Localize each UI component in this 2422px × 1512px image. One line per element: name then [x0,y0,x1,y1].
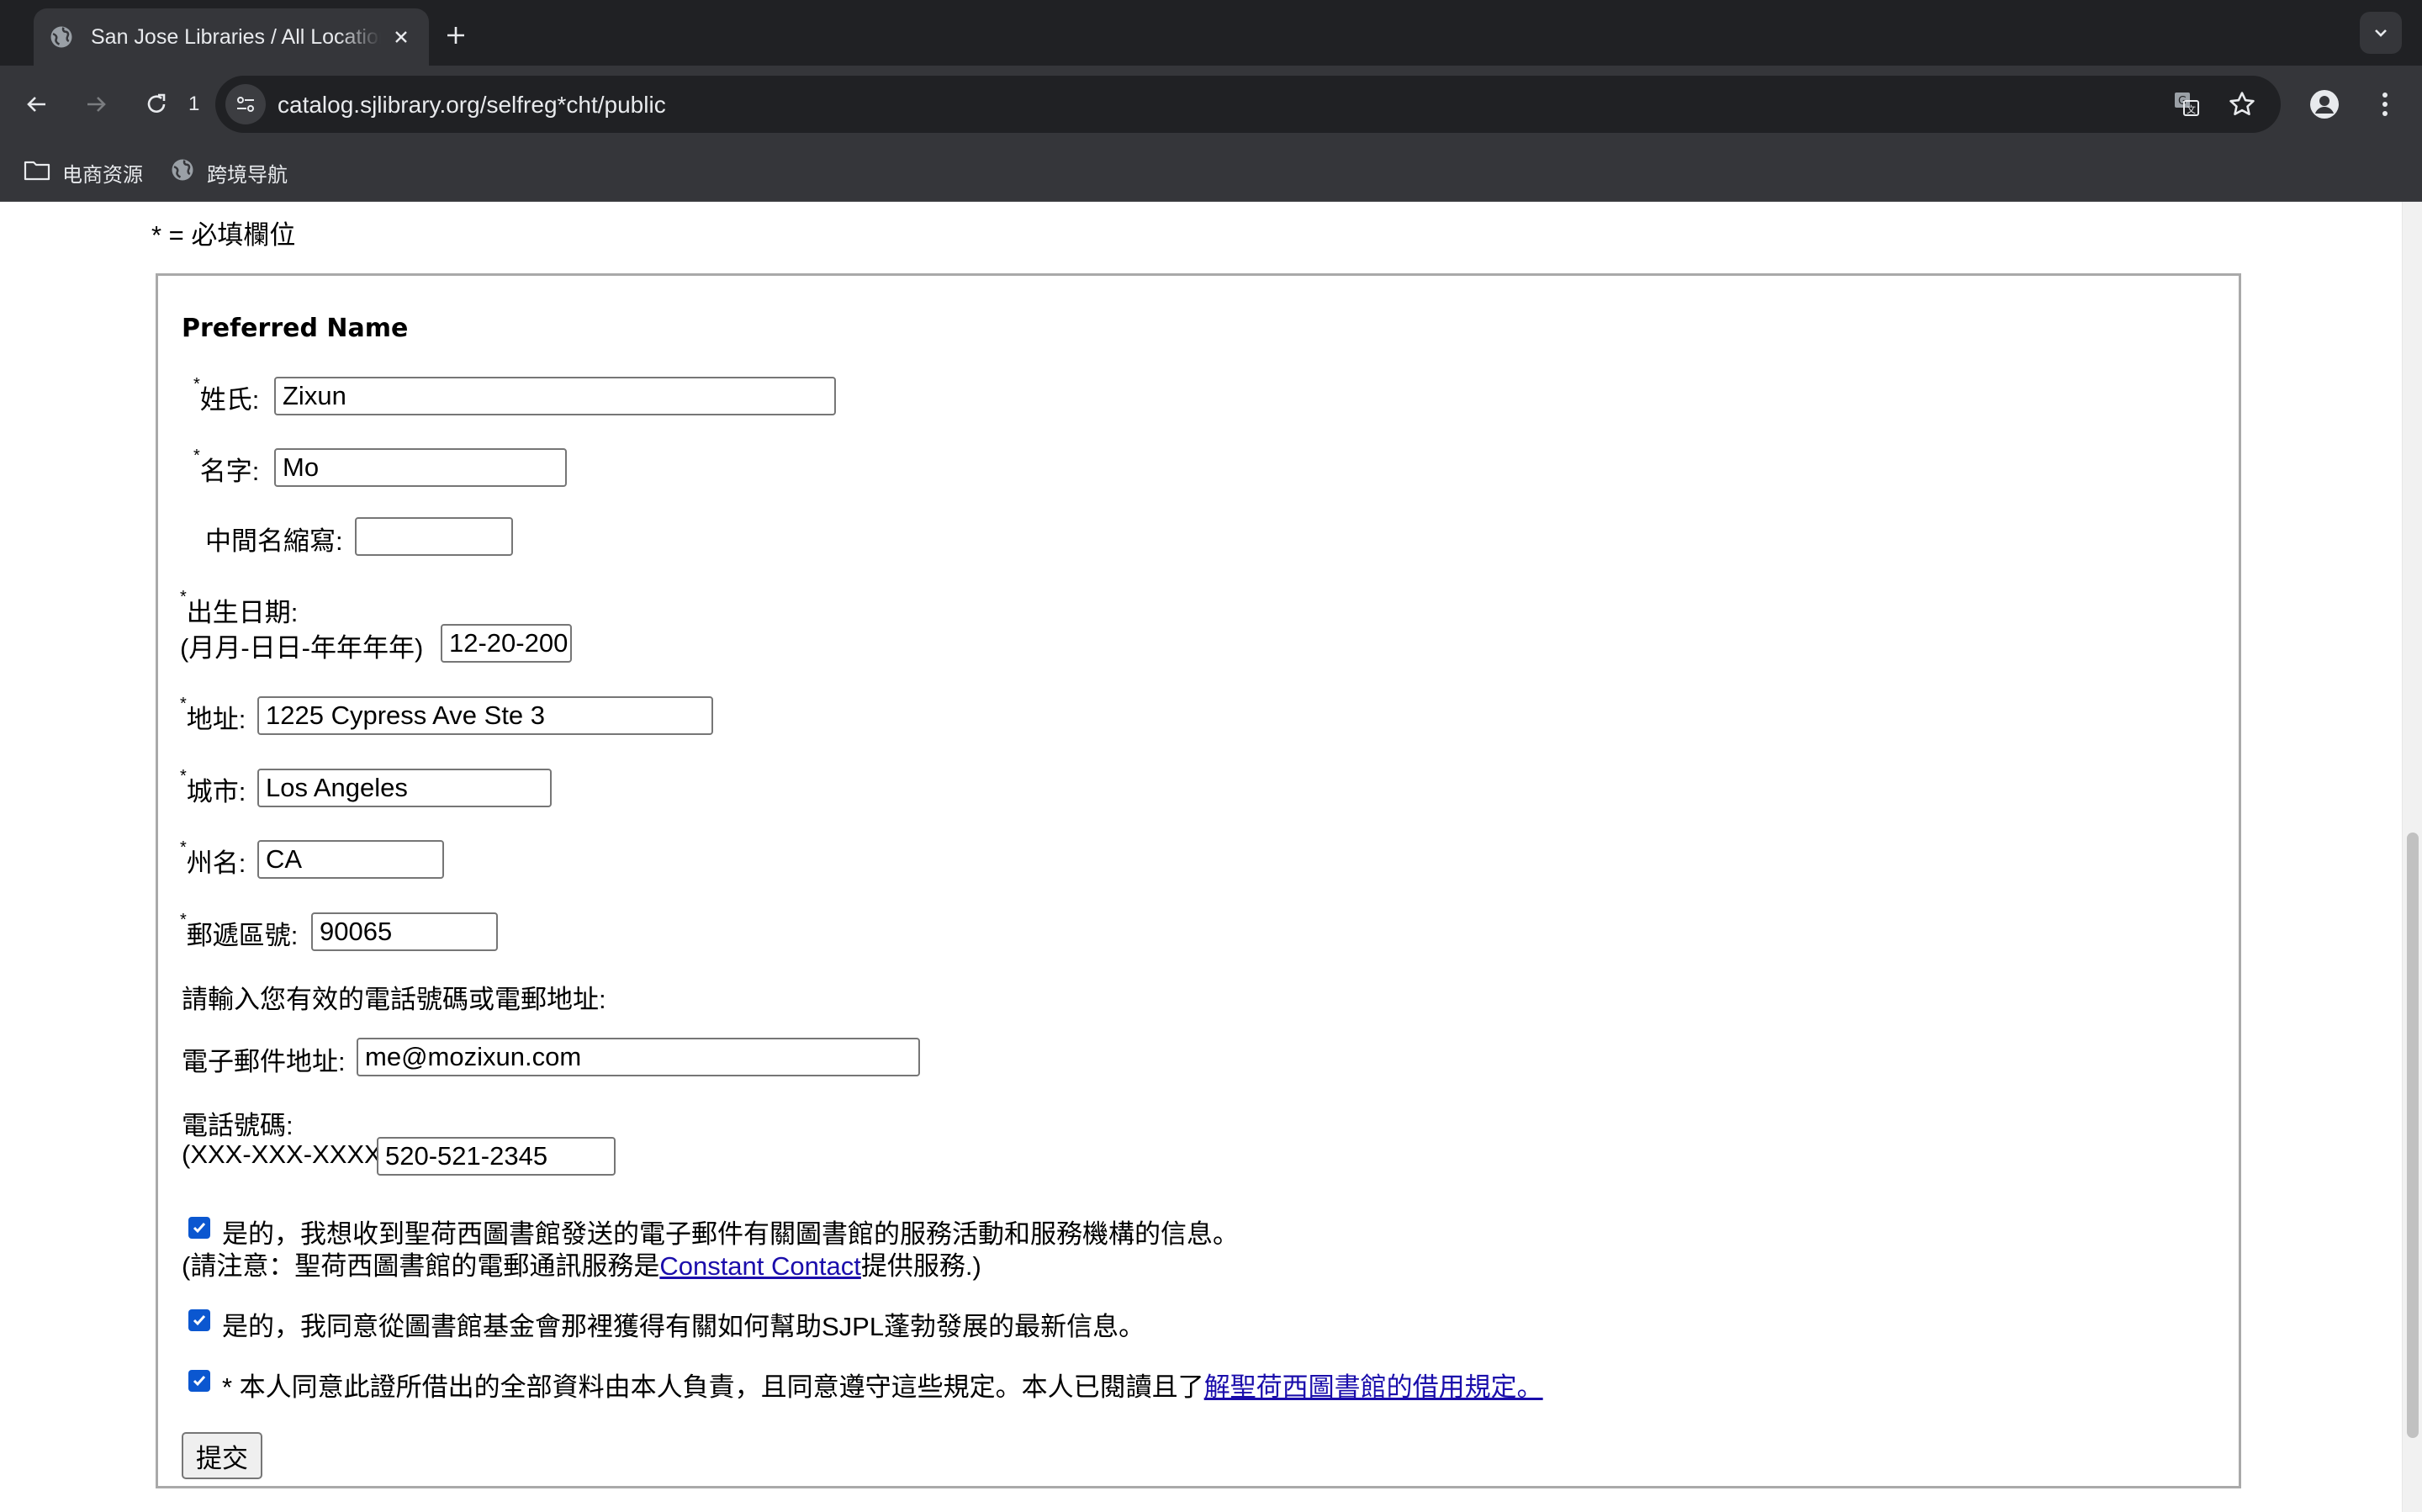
svg-text:文: 文 [2187,103,2196,115]
birth-date-input[interactable]: 12-20-200 [441,624,572,663]
zip-label: *郵遞區號: [180,911,299,950]
borrowing-rules-link[interactable]: 解聖荷西圖書館的借用規定。 [1204,1372,1543,1402]
reload-icon[interactable] [136,84,177,124]
zip-input[interactable]: 90065 [311,912,498,951]
close-tab-icon[interactable] [389,24,414,50]
reload-count: 1 [188,93,200,115]
first-name-input[interactable]: Mo [274,448,567,487]
required-mark: * [193,375,200,394]
address-bar[interactable]: catalog.sjlibrary.org/selfreg*cht/public… [215,76,2281,133]
last-name-input[interactable]: Zixun [274,377,836,415]
constant-contact-link[interactable]: Constant Contact [659,1251,861,1281]
city-label: *城市: [180,767,246,806]
newsletter-note: (請注意：聖荷西圖書館的電郵通訊服務是Constant Contact提供服務.… [182,1251,981,1281]
foundation-checkbox-label: 是的，我同意從圖書館基金會那裡獲得有關如何幫助SJPL蓬勃發展的最新信息。 [222,1312,1145,1341]
translate-icon[interactable]: G文 [2168,86,2205,123]
phone-input[interactable]: 520-521-2345 [377,1137,616,1176]
middle-initial-label: 中間名縮寫: [205,526,343,556]
bookmarks-bar: 电商资源 跨境导航 [0,143,2422,202]
menu-kebab-icon[interactable] [2365,84,2405,124]
required-mark: * [180,838,187,857]
tab-title: San Jose Libraries / All Locations [91,24,381,49]
foundation-checkbox[interactable] [188,1309,210,1331]
agreement-checkbox-label: * 本人同意此證所借出的全部資料由本人負責，且同意遵守這些規定。本人已閱讀且了解… [222,1372,1543,1402]
contact-prompt: 請輸入您有效的電話號碼或電郵地址: [182,985,606,1014]
bookmark-label: 跨境导航 [207,163,288,187]
address-label: *地址: [180,695,246,734]
address-input[interactable]: 1225 Cypress Ave Ste 3 [257,696,713,735]
birth-date-label: *出生日期: [180,588,299,627]
checkmark-icon [193,1223,206,1234]
section-heading: Preferred Name [182,314,409,343]
required-mark: * [180,767,187,785]
bookmark-star-icon[interactable] [2224,86,2261,123]
tab-strip: San Jose Libraries / All Locations [0,0,2422,66]
email-input[interactable]: me@mozixun.com [357,1038,920,1076]
birth-date-format: (月月-日日-年年年年) [180,633,424,663]
browser-toolbar: 1 catalog.sjlibrary.org/selfreg*cht/publ… [0,66,2422,143]
state-label: *州名: [180,838,246,878]
required-fields-note: * = 必填欄位 [151,220,296,250]
site-settings-icon[interactable] [225,84,266,124]
globe-icon [49,24,74,50]
forward-arrow-icon[interactable] [76,84,116,124]
required-mark: * [180,588,187,606]
required-mark: * [180,695,187,713]
profile-avatar-icon[interactable] [2304,84,2345,124]
registration-form: Preferred Name *姓氏: Zixun *名字: Mo 中間名縮寫:… [156,273,2241,1488]
state-input[interactable]: CA [257,840,444,879]
bookmark-item[interactable]: 电商资源 [24,155,143,190]
bookmark-label: 电商资源 [62,163,143,187]
page-scrollbar[interactable] [2402,202,2422,1512]
phone-label: 電話號碼: [182,1111,293,1140]
browser-tab[interactable]: San Jose Libraries / All Locations [34,8,429,66]
required-mark: * [180,911,187,929]
checkmark-icon [193,1376,206,1387]
folder-icon [24,159,62,187]
globe-icon [170,157,207,188]
agreement-checkbox[interactable] [188,1370,210,1392]
tab-search-chevron-icon[interactable] [2360,12,2402,54]
submit-button[interactable]: 提交 [182,1432,262,1479]
bookmark-item[interactable]: 跨境导航 [170,155,288,190]
back-arrow-icon[interactable] [17,84,57,124]
middle-initial-input[interactable] [355,517,513,556]
first-name-label: *名字: [193,447,260,486]
last-name-label: *姓氏: [193,375,260,415]
checkmark-icon [193,1315,206,1326]
newsletter-checkbox[interactable] [188,1217,210,1239]
url-text[interactable]: catalog.sjlibrary.org/selfreg*cht/public [278,92,666,119]
required-mark: * [193,447,200,465]
scrollbar-thumb[interactable] [2407,833,2419,1438]
page-content: * = 必填欄位 Preferred Name *姓氏: Zixun *名字: … [0,202,2402,1512]
city-input[interactable]: Los Angeles [257,769,552,807]
phone-format: (XXX-XXX-XXXX) [182,1139,391,1169]
new-tab-icon[interactable] [439,19,473,52]
email-label: 電子郵件地址: [182,1047,346,1076]
